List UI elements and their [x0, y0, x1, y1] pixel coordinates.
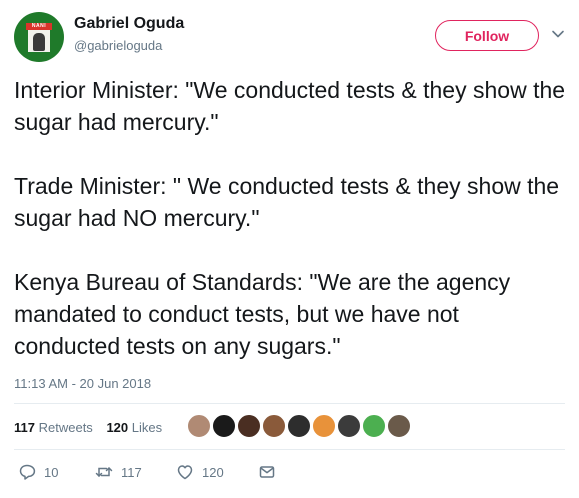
liker-avatar[interactable]	[262, 414, 286, 438]
retweet-count: 117	[121, 464, 142, 480]
user-handle[interactable]: @gabrieloguda	[74, 38, 162, 53]
retweets-label: Retweets	[38, 420, 93, 435]
liker-avatar[interactable]	[287, 414, 311, 438]
tweet-timestamp[interactable]: 11:13 AM - 20 Jun 2018	[14, 376, 151, 391]
liker-avatar[interactable]	[237, 414, 261, 438]
user-name[interactable]: Gabriel Oguda	[74, 15, 184, 33]
direct-message-action[interactable]	[258, 463, 284, 481]
avatar-figure	[33, 33, 45, 51]
liker-avatar[interactable]	[337, 414, 361, 438]
chevron-down-icon[interactable]	[550, 26, 566, 42]
retweet-action[interactable]: 117	[95, 463, 142, 481]
likers-avatars	[187, 414, 412, 440]
retweets-stat[interactable]: 117 Retweets	[14, 420, 93, 435]
tweet-actions: 10 117 120	[14, 463, 314, 487]
follow-button[interactable]: Follow	[435, 20, 539, 51]
avatar[interactable]: NANI	[14, 12, 64, 62]
tweet-text: Interior Minister: "We conducted tests &…	[14, 77, 566, 359]
like-action[interactable]: 120	[176, 463, 224, 481]
reply-action[interactable]: 10	[18, 463, 58, 481]
divider	[14, 403, 565, 404]
tweet-stats: 117 Retweets 120 Likes	[14, 420, 172, 435]
envelope-icon	[259, 466, 275, 478]
retweet-icon	[95, 467, 113, 477]
liker-avatar[interactable]	[312, 414, 336, 438]
tweet-header: NANI Gabriel Oguda @gabrieloguda Follow	[14, 12, 565, 62]
like-count: 120	[202, 464, 224, 480]
avatar-badge: NANI	[26, 23, 52, 30]
liker-avatar[interactable]	[212, 414, 236, 438]
reply-icon	[19, 464, 36, 480]
likes-stat[interactable]: 120 Likes	[106, 420, 162, 435]
likes-label: Likes	[131, 420, 163, 435]
liker-avatar[interactable]	[362, 414, 386, 438]
likes-count: 120	[106, 420, 129, 435]
liker-avatar[interactable]	[387, 414, 411, 438]
reply-count: 10	[44, 464, 59, 480]
heart-icon	[177, 465, 193, 480]
divider	[14, 449, 565, 450]
retweets-count: 117	[14, 420, 35, 435]
liker-avatar[interactable]	[187, 414, 211, 438]
